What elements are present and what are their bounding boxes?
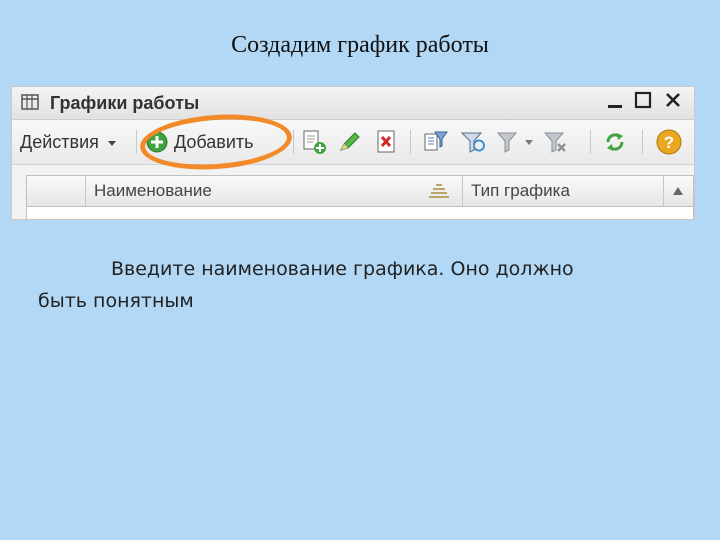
help-icon[interactable]: ? [656,129,682,155]
schedules-table: Наименование Тип графика [26,175,694,219]
column-label: Тип графика [471,181,570,200]
row-marker-column [27,176,86,206]
slide-title: Создадим график работы [231,32,489,58]
toolbar-separator [590,130,591,154]
instruction-line-1: Введите наименование графика. Оно должно [111,258,574,280]
scroll-up-arrow-icon [673,187,683,195]
window-titlebar: Графики работы [12,87,694,120]
dropdown-arrow-icon[interactable] [524,137,534,147]
window-title: Графики работы [50,93,200,113]
set-filter-icon[interactable] [422,129,448,155]
toolbar: Действия Добавить ? [12,120,694,165]
toolbar-separator [136,130,137,154]
dropdown-arrow-icon [107,141,116,146]
copy-icon[interactable] [301,129,327,155]
column-header-name[interactable]: Наименование [86,176,463,206]
toolbar-separator [293,130,294,154]
actions-menu[interactable]: Действия [20,132,117,153]
filter-menu-icon[interactable] [495,129,521,155]
maximize-icon [634,91,652,109]
table-header: Наименование Тип графика [27,176,693,207]
column-header-type[interactable]: Тип графика [463,176,664,206]
minimize-icon [608,105,622,108]
edit-icon[interactable] [337,129,363,155]
toolbar-separator [410,130,411,154]
actions-label: Действия [20,132,99,152]
close-icon [666,93,680,107]
delete-icon[interactable] [374,129,400,155]
svg-text:?: ? [664,133,674,152]
clear-filter-icon[interactable] [542,129,568,155]
scroll-up-button[interactable] [664,176,693,206]
table-icon [21,94,39,110]
sort-indicator-icon [429,184,449,198]
instruction-line-2: быть понятным [38,290,194,312]
close-button[interactable] [660,90,686,114]
schedules-window: Графики работы Действия Добавить ? Наиме… [11,86,695,220]
maximize-button[interactable] [630,90,656,114]
minimize-button[interactable] [602,90,628,114]
toolbar-separator [642,130,643,154]
column-label: Наименование [94,181,212,200]
refresh-icon[interactable] [602,129,628,155]
filter-icon[interactable] [459,129,485,155]
instruction-text: Введите наименование графика. Оно должно… [38,253,678,317]
